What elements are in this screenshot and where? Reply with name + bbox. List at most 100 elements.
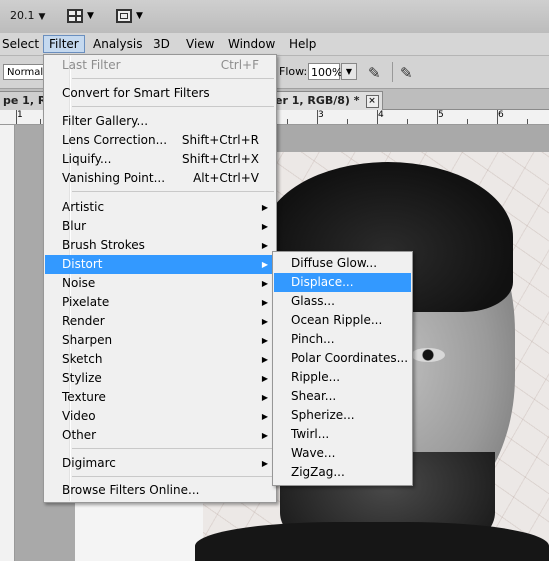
ruler-tick	[497, 110, 498, 124]
menu-item-pinch[interactable]: Pinch...	[274, 330, 411, 349]
ruler-tick	[16, 110, 17, 124]
menu-help[interactable]: Help	[284, 36, 321, 52]
arrange-documents-button[interactable]: ▼	[67, 7, 94, 25]
menu-item-label: Render	[62, 314, 105, 328]
menu-item-render[interactable]: Render ▶	[45, 312, 275, 331]
menu-item-video[interactable]: Video ▶	[45, 407, 275, 426]
flow-label: Flow:	[279, 65, 308, 78]
tab-label: er 1, RGB/8) *	[275, 94, 360, 107]
menu-item-blur[interactable]: Blur ▶	[45, 217, 275, 236]
menu-item-twirl[interactable]: Twirl...	[274, 425, 411, 444]
menu-item-spherize[interactable]: Spherize...	[274, 406, 411, 425]
menu-item-label: Vanishing Point...	[62, 171, 166, 185]
menu-item-artistic[interactable]: Artistic ▶	[45, 198, 275, 217]
menu-separator	[72, 106, 274, 107]
menu-item-label: Browse Filters Online...	[62, 483, 200, 497]
menu-item-other[interactable]: Other ▶	[45, 426, 275, 445]
menu-item-pixelate[interactable]: Pixelate ▶	[45, 293, 275, 312]
chevron-down-icon: ▼	[87, 11, 94, 21]
menu-item-liquify[interactable]: Liquify... Shift+Ctrl+X	[45, 150, 275, 169]
submenu-arrow-icon: ▶	[261, 374, 268, 383]
close-icon[interactable]: ×	[365, 95, 379, 108]
menu-item-distort[interactable]: Distort ▶	[45, 255, 275, 274]
flow-input[interactable]: 100%	[308, 63, 342, 80]
chevron-down-icon: ▼	[345, 67, 353, 76]
menu-item-zigzag[interactable]: ZigZag...	[274, 463, 411, 482]
menu-item-ripple[interactable]: Ripple...	[274, 368, 411, 387]
menu-item-label: Digimarc	[62, 456, 116, 470]
submenu-arrow-icon: ▶	[261, 241, 268, 250]
menu-item-sharpen[interactable]: Sharpen ▶	[45, 331, 275, 350]
tab-document-2[interactable]: er 1, RGB/8) * ×	[272, 91, 383, 110]
menu-item-wave[interactable]: Wave...	[274, 444, 411, 463]
menu-view[interactable]: View	[181, 36, 219, 52]
menu-item-label: Noise	[62, 276, 96, 290]
ruler-label: 4	[378, 110, 384, 120]
ruler-tick	[317, 110, 318, 124]
menu-item-label: Wave...	[291, 446, 336, 460]
ruler-tick	[467, 119, 468, 124]
submenu-arrow-icon: ▶	[261, 336, 268, 345]
menu-item-label: Twirl...	[291, 427, 330, 441]
menu-item-diffuse-glow[interactable]: Diffuse Glow...	[274, 254, 411, 273]
menu-separator	[72, 476, 274, 477]
menu-item-label: Ripple...	[291, 370, 341, 384]
menu-item-noise[interactable]: Noise ▶	[45, 274, 275, 293]
menu-item-label: Sharpen	[62, 333, 113, 347]
menu-item-shear[interactable]: Shear...	[274, 387, 411, 406]
submenu-arrow-icon: ▶	[261, 279, 268, 288]
menu-select[interactable]: Select	[0, 36, 44, 52]
ruler-tick	[347, 119, 348, 124]
vertical-ruler	[0, 125, 15, 561]
menu-item-label: Other	[62, 428, 97, 442]
menu-item-texture[interactable]: Texture ▶	[45, 388, 275, 407]
menu-item-lens-correction[interactable]: Lens Correction... Shift+Ctrl+R	[45, 131, 275, 150]
blend-mode-select[interactable]: Normal	[3, 64, 45, 80]
menu-item-convert-smart-filters[interactable]: Convert for Smart Filters	[45, 84, 275, 103]
menu-item-label: Artistic	[62, 200, 105, 214]
menu-item-ocean-ripple[interactable]: Ocean Ripple...	[274, 311, 411, 330]
submenu-arrow-icon: ▶	[261, 431, 268, 440]
menu-3d[interactable]: 3D	[148, 36, 175, 52]
menu-item-digimarc[interactable]: Digimarc ▶	[45, 454, 275, 473]
menu-window[interactable]: Window	[223, 36, 280, 52]
menu-item-browse-filters-online[interactable]: Browse Filters Online...	[45, 481, 275, 500]
menu-item-vanishing-point[interactable]: Vanishing Point... Alt+Ctrl+V	[45, 169, 275, 188]
menu-item-label: Pixelate	[62, 295, 110, 309]
filter-menu: Last Filter Ctrl+F Convert for Smart Fil…	[43, 54, 277, 503]
menu-bar: Select Filter Analysis 3D View Window He…	[0, 33, 549, 56]
menu-item-label: Blur	[62, 219, 87, 233]
chevron-down-icon: ▼	[38, 12, 46, 22]
chevron-down-icon: ▼	[136, 11, 143, 21]
menu-item-label: Ocean Ripple...	[291, 313, 383, 327]
menu-item-label: Brush Strokes	[62, 238, 145, 252]
submenu-arrow-icon: ▶	[261, 459, 268, 468]
menu-item-sketch[interactable]: Sketch ▶	[45, 350, 275, 369]
submenu-arrow-icon: ▶	[261, 203, 268, 212]
menu-item-glass[interactable]: Glass...	[274, 292, 411, 311]
menu-item-label: Lens Correction...	[62, 133, 168, 147]
screen-mode-icon	[116, 9, 132, 23]
menu-analysis[interactable]: Analysis	[88, 36, 147, 52]
submenu-arrow-icon: ▶	[261, 355, 268, 364]
menu-item-label: Polar Coordinates...	[291, 351, 409, 365]
tablet-pressure-icon[interactable]: ✎	[400, 64, 413, 82]
menu-item-label: Liquify...	[62, 152, 112, 166]
menu-item-displace[interactable]: Displace...	[274, 273, 411, 292]
menu-item-filter-gallery[interactable]: Filter Gallery...	[45, 112, 275, 131]
airbrush-icon[interactable]: ✎	[368, 64, 381, 82]
zoom-level-dropdown[interactable]: 20.1 ▼	[10, 9, 45, 22]
screen-mode-button[interactable]: ▼	[116, 7, 143, 25]
menu-item-label: Sketch	[62, 352, 103, 366]
menu-item-polar-coordinates[interactable]: Polar Coordinates...	[274, 349, 411, 368]
flow-dropdown-button[interactable]: ▼	[341, 63, 357, 80]
submenu-arrow-icon: ▶	[261, 412, 268, 421]
menu-item-label: Distort	[62, 257, 103, 271]
menu-item-last-filter[interactable]: Last Filter Ctrl+F	[45, 56, 275, 75]
menu-filter[interactable]: Filter	[43, 35, 85, 53]
divider	[392, 62, 393, 82]
menu-item-brush-strokes[interactable]: Brush Strokes ▶	[45, 236, 275, 255]
eye-image	[411, 348, 445, 362]
menu-item-stylize[interactable]: Stylize ▶	[45, 369, 275, 388]
ruler-label: 6	[498, 110, 504, 120]
